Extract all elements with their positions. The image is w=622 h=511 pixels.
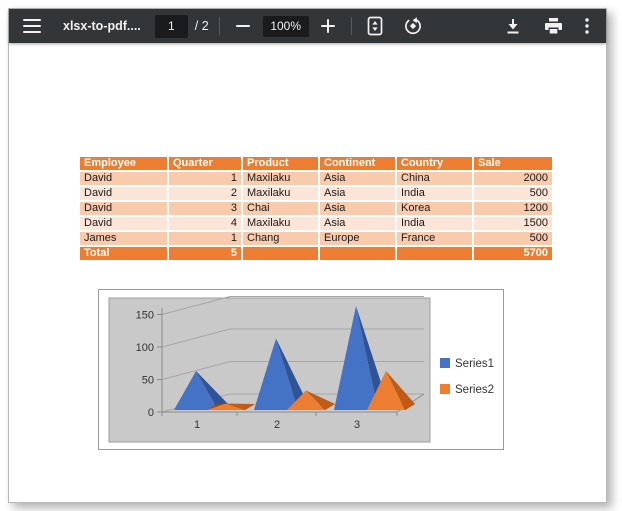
zoom-out-button[interactable] [230,13,256,39]
rotate-icon [404,17,422,35]
table-cell: 1 [168,171,242,186]
pdf-page: EmployeeQuarterProductContinentCountrySa… [9,43,606,502]
table-cell: Europe [319,231,396,246]
table-cell [319,246,396,261]
table-row: David3ChaiAsiaKorea1200 [79,201,553,216]
table-cell: Korea [396,201,473,216]
table-cell: India [396,186,473,201]
x-tick-label: 1 [194,419,200,431]
print-icon [545,18,562,34]
table-cell: Asia [319,186,396,201]
print-button[interactable] [540,13,566,39]
pdf-toolbar: xlsx-to-pdf.... / 2 100% [9,9,606,43]
y-tick-label: 100 [136,342,154,354]
legend-label: Series1 [455,358,494,370]
table-row: David4MaxilakuAsiaIndia1500 [79,216,553,231]
document-title: xlsx-to-pdf.... [63,19,141,33]
y-tick-label: 50 [142,375,154,387]
table-cell: David [79,171,168,186]
table-body: David1MaxilakuAsiaChina2000David2Maxilak… [79,171,553,261]
table-cell: 3 [168,201,242,216]
table-cell: David [79,216,168,231]
chart-container: 0 50 100 150 1 2 3 Series1 Series2 [98,289,504,450]
table-cell: Chang [242,231,319,246]
table-cell: 1200 [473,201,553,216]
header-cell: Product [242,156,319,171]
table-cell: 1500 [473,216,553,231]
zoom-in-button[interactable] [315,13,341,39]
fit-page-button[interactable] [362,13,388,39]
table-cell: India [396,216,473,231]
table-cell: David [79,201,168,216]
legend-label: Series2 [455,384,494,396]
header-cell: Quarter [168,156,242,171]
legend-swatch [440,384,450,394]
pyramid-chart: 0 50 100 150 1 2 3 Series1 Series2 [99,290,501,447]
table-cell: Total [79,246,168,261]
table-cell: 4 [168,216,242,231]
header-cell: Sale [473,156,553,171]
menu-button[interactable] [19,13,45,39]
table-cell: 500 [473,231,553,246]
x-tick-label: 2 [274,419,280,431]
table-cell: 1 [168,231,242,246]
zoom-out-icon [236,19,250,33]
y-tick-label: 0 [148,407,154,419]
y-tick-label: 150 [136,310,154,322]
fit-page-icon [367,16,383,36]
zoom-level-field[interactable]: 100% [263,16,309,37]
header-cell: Employee [79,156,168,171]
zoom-in-icon [321,19,335,33]
table-cell [242,246,319,261]
page-number-input[interactable] [155,15,188,38]
toolbar-divider [219,17,220,35]
table-row: David1MaxilakuAsiaChina2000 [79,171,553,186]
table-cell: Asia [319,216,396,231]
download-icon [505,18,521,35]
pdf-viewer-window: xlsx-to-pdf.... / 2 100% [8,8,607,503]
table-cell: James [79,231,168,246]
table-cell: Maxilaku [242,216,319,231]
table-row: James1ChangEuropeFrance500 [79,231,553,246]
table-cell: Maxilaku [242,186,319,201]
download-button[interactable] [500,13,526,39]
table-cell: David [79,186,168,201]
menu-icon [23,19,41,33]
table-cell: France [396,231,473,246]
rotate-button[interactable] [400,13,426,39]
x-tick-label: 3 [354,419,360,431]
table-cell: Chai [242,201,319,216]
legend-swatch [440,358,450,368]
table-total-row: Total5 5700 [79,246,553,261]
header-cell: Country [396,156,473,171]
table-cell: China [396,171,473,186]
table-cell: 500 [473,186,553,201]
toolbar-divider [351,17,352,35]
table-header-row: EmployeeQuarterProductContinentCountrySa… [79,156,553,171]
table-header: EmployeeQuarterProductContinentCountrySa… [79,156,553,171]
table-cell: Asia [319,171,396,186]
table-cell: 2000 [473,171,553,186]
table-cell: 5 [168,246,242,261]
more-options-button[interactable] [574,13,600,39]
header-cell: Continent [319,156,396,171]
table-cell: 5700 [473,246,553,261]
table-cell [396,246,473,261]
table-cell: Maxilaku [242,171,319,186]
table-cell: Asia [319,201,396,216]
sales-table: EmployeeQuarterProductContinentCountrySa… [78,155,554,262]
table-row: David2MaxilakuAsiaIndia500 [79,186,553,201]
page-count-label: / 2 [195,19,209,33]
table-cell: 2 [168,186,242,201]
more-vert-icon [585,18,589,34]
